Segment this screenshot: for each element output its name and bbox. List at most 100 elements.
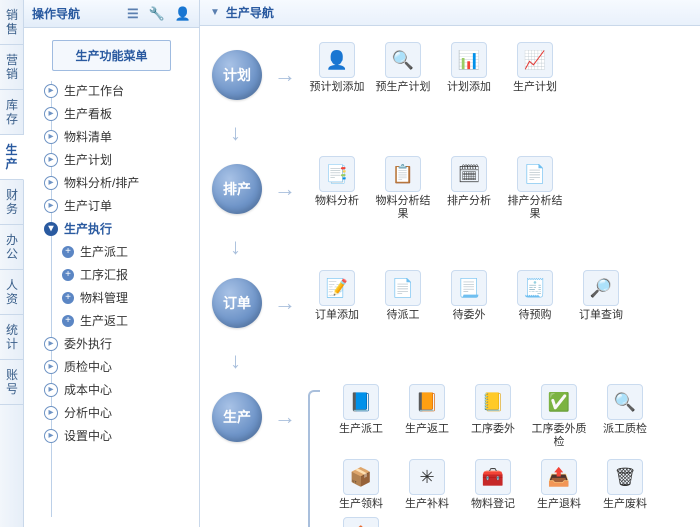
chevron-right-icon: ▸ [44, 130, 58, 144]
tile-row: 📑物料分析📋物料分析结果🗓排产分析 📄 排产分析结果 [308, 156, 564, 221]
flow-tile[interactable]: 🏠物料剩余 [332, 517, 390, 527]
tile-icon: 🔎 [583, 270, 619, 306]
flow-tile[interactable]: 📤生产退料 [530, 459, 588, 511]
tile-icon: 📤 [541, 459, 577, 495]
tree-item[interactable]: ▸ 成本中心 [42, 378, 199, 401]
flow-tile[interactable]: 🔎 订单查询 [572, 270, 630, 322]
tile-icon: ✳ [409, 459, 445, 495]
tree-item[interactable]: ▸生产订单 [42, 194, 199, 217]
main-header: ▼ 生产导航 [200, 0, 700, 26]
flow-tile[interactable]: 🗑生产废料 [596, 459, 654, 511]
flow-tile[interactable]: 📃待委外 [440, 270, 498, 322]
flow-tile[interactable]: 📄待派工 [374, 270, 432, 322]
tree-item[interactable]: ▸质检中心 [42, 355, 199, 378]
tile-icon: 📃 [451, 270, 487, 306]
tree-item[interactable]: ▸分析中心 [42, 401, 199, 424]
nav-title: 操作导航 [32, 5, 80, 22]
tree-item-label: 设置中心 [64, 427, 112, 444]
tile-label: 订单查询 [579, 309, 623, 322]
flow-tile[interactable]: 📑物料分析 [308, 156, 366, 221]
tree-item[interactable]: ▾生产执行 [42, 217, 199, 240]
flow-tile[interactable]: 📘生产派工 [332, 384, 390, 449]
tile-label: 生产废料 [603, 498, 647, 511]
stage-row: 生产 → 📘生产派工📙生产返工📒工序委外✅工序委外质检 🔍 派工质检 📦生产领料✳生产补料… [212, 384, 690, 527]
flow-tile[interactable]: 👤预计划添加 [308, 42, 366, 94]
bracket-icon [308, 390, 320, 527]
plus-icon: + [62, 269, 74, 281]
tile-icon: 📋 [385, 156, 421, 192]
flow-tile[interactable]: 📒工序委外 [464, 384, 522, 449]
tile-label: 派工质检 [603, 423, 647, 436]
flow-tile[interactable]: 🧰物料登记 [464, 459, 522, 511]
stage-bubble: 排产 [212, 164, 262, 214]
tile-label: 预生产计划 [376, 81, 431, 94]
module-tab[interactable]: 营销 [0, 45, 24, 90]
tree-item[interactable]: ▸物料分析/排产 [42, 171, 199, 194]
module-tab[interactable]: 账号 [0, 360, 24, 405]
flow-tile[interactable]: 📦生产领料 [332, 459, 390, 511]
list-icon[interactable]: ☰ [127, 6, 139, 22]
tile-label: 生产返工 [405, 423, 449, 436]
tree-item[interactable]: ▸生产工作台 [42, 79, 199, 102]
tree-item[interactable]: ▸委外执行 [42, 332, 199, 355]
tree-child[interactable]: +生产返工 [62, 309, 199, 332]
tile-icon: 🔍 [607, 384, 643, 420]
arrow-down-icon: ↓ [230, 120, 690, 146]
module-tab[interactable]: 财务 [0, 180, 24, 225]
tile-label: 计划添加 [447, 81, 491, 94]
flow-tile[interactable]: 🔍 派工质检 [596, 384, 654, 449]
user-icon[interactable]: 👤 [175, 6, 191, 22]
tree-item[interactable]: ▸设置中心 [42, 424, 199, 447]
tree-item-label: 质检中心 [64, 358, 112, 375]
tile-label: 排产分析结果 [506, 195, 564, 221]
tree-item-label: 生产订单 [64, 197, 112, 214]
tile-label: 物料分析 [315, 195, 359, 208]
flow-tile[interactable]: ✅工序委外质检 [530, 384, 588, 449]
arrow-right-icon: → [274, 290, 296, 316]
stage-bubble: 生产 [212, 392, 262, 442]
plus-icon: + [62, 292, 74, 304]
flow-tile[interactable]: 🧾待预购 [506, 270, 564, 322]
tree-item-label: 物料分析/排产 [64, 174, 139, 191]
tree-item[interactable]: ▸ 物料清单 [42, 125, 199, 148]
tile-icon: 📈 [517, 42, 553, 78]
chevron-right-icon: ▸ [44, 84, 58, 98]
tree-child[interactable]: +工序汇报 [62, 263, 199, 286]
tree-item-label: 成本中心 [64, 381, 112, 398]
flow-canvas: 计划→👤预计划添加🔍预生产计划📊计划添加📈生产计划↓排产→📑物料分析📋物料分析结… [200, 26, 700, 527]
flow-tile[interactable]: 📄 排产分析结果 [506, 156, 564, 221]
flow-tile[interactable]: 📙生产返工 [398, 384, 456, 449]
tile-icon: 🗓 [451, 156, 487, 192]
flow-tile[interactable]: 🗓排产分析 [440, 156, 498, 221]
flow-tile[interactable]: 📊计划添加 [440, 42, 498, 94]
tree-item[interactable]: ▸生产计划 [42, 148, 199, 171]
arrow-right-icon: → [274, 404, 296, 430]
module-tab[interactable]: 人资 [0, 270, 24, 315]
module-tab[interactable]: 销售 [0, 0, 24, 45]
module-tab[interactable]: 库存 [0, 90, 24, 135]
flow-tile[interactable]: 🔍 预生产计划 [374, 42, 432, 94]
flow-tile[interactable]: ✳生产补料 [398, 459, 456, 511]
triangle-down-icon: ▼ [210, 7, 220, 18]
chevron-right-icon: ▸ [44, 383, 58, 397]
module-tab[interactable]: 统计 [0, 315, 24, 360]
flow-tile[interactable]: 📝订单添加 [308, 270, 366, 322]
tile-label: 生产领料 [339, 498, 383, 511]
tree-child[interactable]: +生产派工 [62, 240, 199, 263]
tree-child[interactable]: +物料管理 [62, 286, 199, 309]
tree-item-label: 物料清单 [64, 128, 112, 145]
module-strip: 销售营销库存生产财务办公人资统计账号 [0, 0, 24, 527]
tile-label: 待预购 [519, 309, 552, 322]
tile-icon: 🔍 [385, 42, 421, 78]
tree-item[interactable]: ▸生产看板 [42, 102, 199, 125]
tile-icon: 📄 [517, 156, 553, 192]
flow-tile[interactable]: 📈生产计划 [506, 42, 564, 94]
flow-tile[interactable]: 📋物料分析结果 [374, 156, 432, 221]
module-tab[interactable]: 办公 [0, 225, 24, 270]
tile-label: 预计划添加 [310, 81, 365, 94]
tile-label: 物料登记 [471, 498, 515, 511]
triangle-down-icon: ▾ [44, 222, 58, 236]
stage-row: 排产→📑物料分析📋物料分析结果🗓排产分析📄排产分析结果 [212, 156, 690, 230]
module-tab[interactable]: 生产 [0, 135, 24, 180]
wrench-icon[interactable]: 🔧 [149, 6, 165, 22]
